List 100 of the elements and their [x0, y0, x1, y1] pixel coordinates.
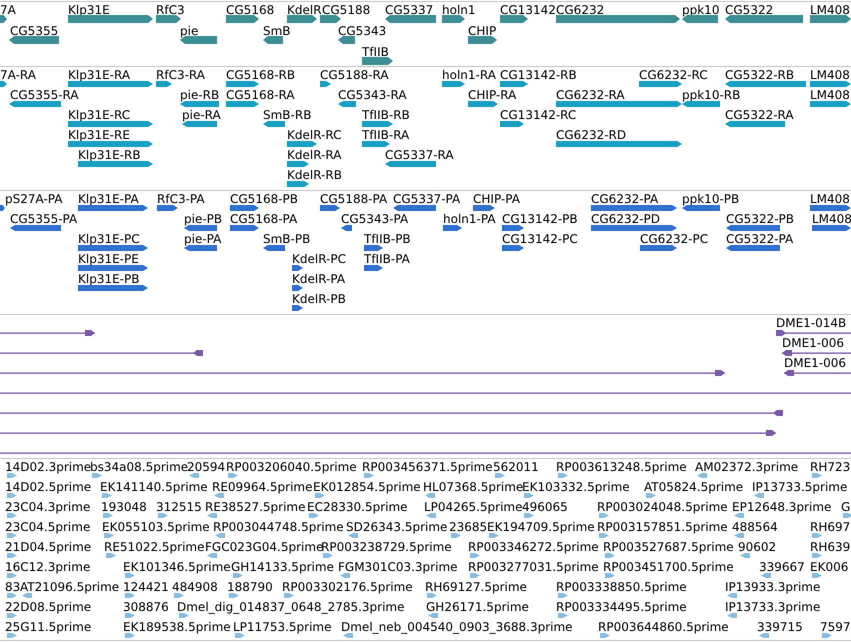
gene-label: CG13142 [500, 3, 556, 17]
est-label: Dmel_neb_004540_0903_3688.3prime [341, 620, 573, 634]
est-label: SD26343.5prime [346, 520, 448, 534]
gene-label: CG5168 [226, 3, 274, 17]
est-label: 496065 [522, 500, 568, 514]
gene-label: TfIIB [362, 45, 389, 59]
est-label: AM02372.3prime [695, 460, 798, 474]
transcript-label: RfC3-RA [156, 68, 205, 82]
protein-label: KdelR-PC [292, 252, 346, 266]
transcript-label: TfIIB-RB [362, 108, 410, 122]
transcript-label: CG5168-RB [226, 68, 296, 82]
est-label: 16C12.3prime [5, 560, 90, 574]
est-label: EK055103.5prime [102, 520, 210, 534]
est-label: RP003238729.5prime [321, 540, 452, 554]
transcript-label: SmB-RB [263, 108, 312, 122]
protein-label: Klp31E-PB [78, 272, 140, 286]
gene-label: KdelR [287, 3, 322, 17]
gene-label: 7A [0, 3, 16, 17]
est-label: 193048 [101, 500, 147, 514]
alignment-label: DME1-006 [784, 356, 846, 370]
est-label: AT21096.5prime [20, 580, 120, 594]
transcript-label: holn1-RA [442, 68, 496, 82]
est-label: 23685 [449, 520, 488, 534]
est-label: RH697 [810, 520, 850, 534]
est-label: 14D02.5prime [5, 480, 92, 494]
protein-label: ppk10-PB [682, 192, 740, 206]
transcript-label: CG5343-RA [338, 88, 407, 102]
est-label: HL07368.5prime [423, 480, 524, 494]
protein-label: CHIP-PA [473, 192, 520, 206]
est-label: 339667 [759, 560, 805, 574]
protein-label: CG5322-PA [726, 232, 794, 246]
transcript-label: CG6232-RC [639, 68, 708, 82]
protein-label: CG5355-PA [10, 212, 78, 226]
est-label: EK012854.5prime [313, 480, 421, 494]
protein-label: CG5188-PA [320, 192, 388, 206]
est-label: 83 [5, 580, 20, 594]
protein-label: pie-PB [184, 212, 222, 226]
est-label: RP003044748.5prime [213, 520, 344, 534]
est-label: GH26171.5prime [426, 600, 529, 614]
est-label: 7597 [820, 620, 851, 634]
est-label: IP13733.5prime [752, 480, 848, 494]
transcript-label: Klp31E-RA [68, 68, 130, 82]
gene-label: pie [180, 24, 198, 38]
transcript-label: CHIP-RA [468, 88, 516, 102]
est-label: 20594 [187, 460, 226, 474]
protein-label: Klp31E-PA [78, 192, 139, 206]
est-label: EK194709.5prime [487, 520, 595, 534]
transcript-label: KdelR-RB [287, 168, 342, 182]
protein-label: TfIIB-PA [364, 252, 410, 266]
est-label: Dmel_dig_014837_0648_2785.3prime [177, 600, 405, 614]
protein-label: CG13142-PB [502, 212, 578, 226]
gene-label: CG5355 [10, 24, 58, 38]
gene-label: LM408 [810, 3, 850, 17]
transcript-label: LM408 [810, 88, 850, 102]
est-label: FGC023G04.5prime [205, 540, 324, 554]
est-label: EC28330.5prime [307, 500, 408, 514]
est-label: 312515 [156, 500, 202, 514]
transcript-label: TfIIB-RA [362, 128, 410, 142]
est-label: RP003338850.5prime [556, 580, 687, 594]
est-label: LP04265.5prime [424, 500, 523, 514]
protein-label: KdelR-PA [292, 272, 346, 286]
transcript-label: CG5188-RA [320, 68, 389, 82]
protein-label: pS27A-PA [5, 192, 62, 206]
est-label: RP003157851.5prime [597, 520, 728, 534]
transcript-label: Klp31E-RE [68, 128, 130, 142]
transcript-label: Klp31E-RB [78, 148, 141, 162]
est-label: 308876 [123, 600, 169, 614]
protein-label: LM408 [810, 192, 850, 206]
est-label: 339715 [757, 620, 803, 634]
transcript-label: CG5337-RA [385, 148, 454, 162]
protein-label: CG6232-PA [591, 192, 658, 206]
est-label: 562011 [493, 460, 539, 474]
est-label: RE38527.5prime [205, 500, 306, 514]
est-label: RP003346272.5prime [468, 540, 599, 554]
est-label: RP003024048.5prime [597, 500, 728, 514]
transcript-label: CG6232-RD [556, 128, 626, 142]
protein-label: CG5343-PA [341, 212, 408, 226]
est-label: LP11753.5prime [233, 620, 332, 634]
transcript-label: KdelR-RA [287, 148, 342, 162]
protein-label: Klp31E-PC [78, 232, 140, 246]
protein-label: KdelR-PB [292, 292, 346, 306]
est-label: RP003451700.5prime [603, 560, 734, 574]
protein-label: CG5322-PB [726, 212, 794, 226]
protein-label: CG5337-PA [393, 192, 460, 206]
est-label: EK141140.5prime [100, 480, 208, 494]
est-label: bs34a08.5prime [90, 460, 188, 474]
protein-label: CG5168-PA [230, 212, 298, 226]
est-label: EK101346.5prime [123, 560, 231, 574]
est-label: 484908 [172, 580, 218, 594]
transcript-label: 7A-RA [0, 68, 36, 82]
transcript-label: CG13142-RB [500, 68, 577, 82]
est-label: RP003644860.5prime [598, 620, 729, 634]
alignment-label: DME1-006 [782, 336, 844, 350]
est-label: IP13733.3prime [725, 600, 820, 614]
transcript-label: CG5168-RA [226, 88, 295, 102]
gene-label: CG5343 [338, 24, 386, 38]
gene-label: CG5188 [322, 3, 370, 17]
est-label: EK006 [810, 560, 848, 574]
est-label: RP003527687.5prime [603, 540, 734, 554]
est-label: 23C04.5prime [5, 520, 90, 534]
